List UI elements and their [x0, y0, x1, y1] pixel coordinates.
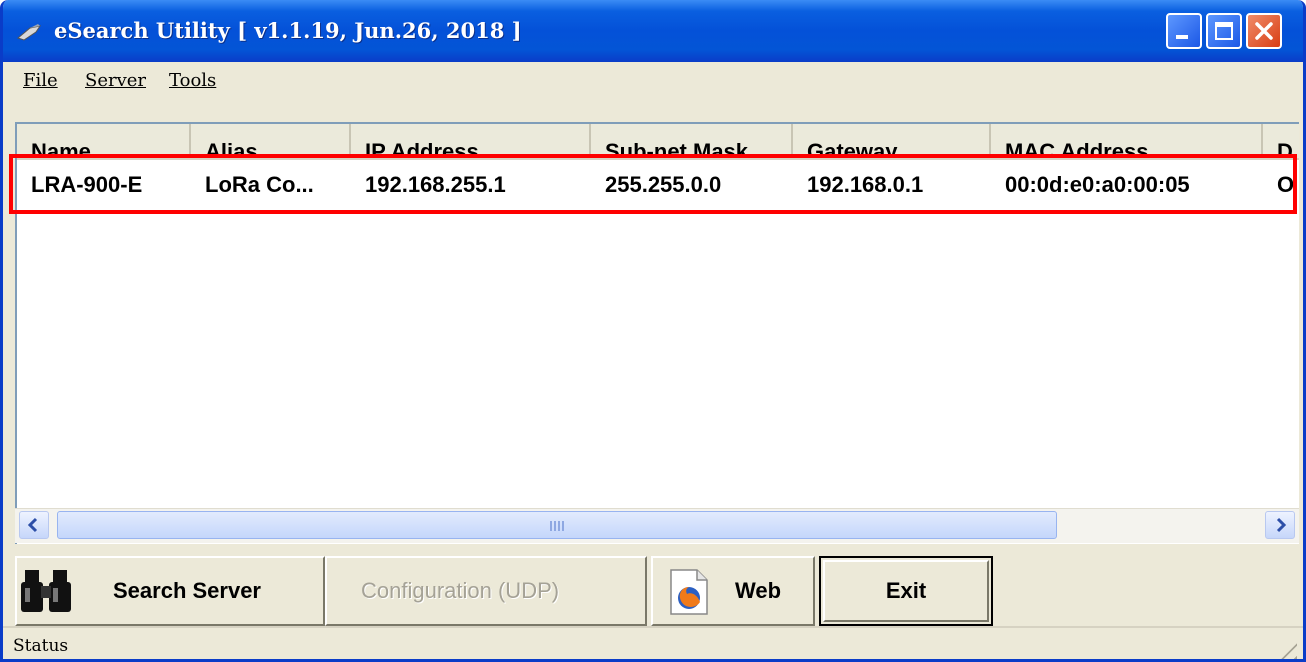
column-header-mac-address[interactable]: MAC Address — [991, 124, 1263, 158]
firefox-document-icon — [670, 569, 708, 615]
minimize-button[interactable] — [1166, 13, 1202, 49]
app-icon — [16, 24, 42, 41]
column-header-d[interactable]: D — [1263, 124, 1299, 158]
status-bar: Status — [3, 626, 1303, 659]
column-header-subnet-mask[interactable]: Sub-net Mask — [591, 124, 793, 158]
scroll-thumb[interactable] — [57, 511, 1057, 539]
title-bar[interactable]: eSearch Utility [ v1.1.19, Jun.26, 2018 … — [3, 0, 1303, 62]
close-icon — [1255, 22, 1273, 40]
exit-label: Exit — [885, 578, 927, 603]
horizontal-scrollbar[interactable] — [15, 508, 1299, 543]
binoculars-icon — [21, 570, 71, 612]
menu-server[interactable]: Server — [85, 70, 146, 91]
scroll-left-button[interactable] — [19, 511, 49, 539]
menu-tools[interactable]: Tools — [169, 70, 216, 91]
web-button[interactable]: Web — [651, 556, 815, 626]
esearch-window: eSearch Utility [ v1.1.19, Jun.26, 2018 … — [0, 0, 1306, 662]
configuration-udp-button[interactable]: Configuration (UDP) — [325, 556, 647, 626]
maximize-icon — [1215, 22, 1233, 40]
window-title: eSearch Utility [ v1.1.19, Jun.26, 2018 … — [54, 18, 522, 43]
web-label: Web — [735, 578, 782, 603]
close-button[interactable] — [1246, 13, 1282, 49]
highlight-box — [9, 154, 1297, 214]
search-server-label: Search Server — [113, 578, 261, 603]
column-header-name[interactable]: Name — [17, 124, 191, 158]
column-header-ip-address[interactable]: IP Address — [351, 124, 591, 158]
configuration-udp-label: Configuration (UDP) — [361, 578, 560, 603]
column-header-gateway[interactable]: Gateway — [793, 124, 991, 158]
search-server-button[interactable]: Search Server — [15, 556, 325, 626]
scroll-right-button[interactable] — [1265, 511, 1295, 539]
minimize-icon — [1176, 35, 1188, 39]
status-text: Status — [13, 636, 69, 656]
menu-file[interactable]: File — [23, 70, 58, 91]
column-header-alias[interactable]: Alias — [191, 124, 351, 158]
chevron-right-icon — [1276, 517, 1287, 533]
scroll-grip-icon — [550, 521, 566, 531]
exit-button[interactable]: Exit — [819, 556, 993, 626]
resize-grip-icon[interactable] — [1273, 636, 1297, 659]
maximize-button[interactable] — [1206, 13, 1242, 49]
chevron-left-icon — [27, 517, 38, 533]
